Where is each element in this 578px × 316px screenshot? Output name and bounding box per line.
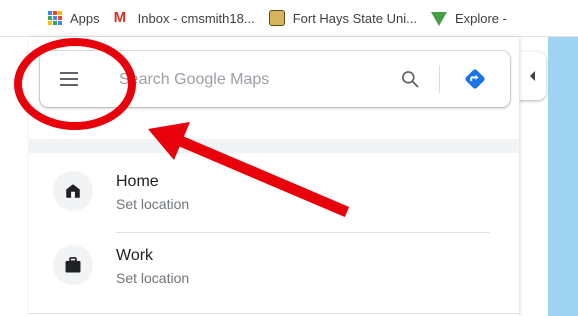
home-icon-circle [53, 171, 93, 211]
place-title: Work [116, 247, 154, 264]
fhsu-icon [268, 10, 285, 26]
vidyard-icon [430, 12, 447, 26]
place-title: Home [116, 173, 159, 190]
bookmark-label: Explore - [454, 10, 507, 26]
collapse-panel-button[interactable] [519, 52, 546, 100]
bookmark-label: Inbox - cmsmith18... [137, 10, 255, 26]
briefcase-icon [65, 257, 81, 273]
place-home[interactable]: Home Set location [29, 155, 519, 227]
bookmarks-bar: Apps M Inbox - cmsmith18... Fort Hays St… [0, 0, 578, 37]
bookmark-apps[interactable]: Apps [48, 11, 100, 26]
list-divider [29, 313, 519, 314]
place-subtitle: Set location [116, 270, 190, 286]
search-input[interactable] [117, 66, 391, 94]
divider [439, 65, 440, 93]
caret-left-icon [530, 71, 535, 81]
apps-grid-icon [48, 11, 62, 25]
hamburger-icon-bar [60, 78, 78, 80]
bookmark-label: Apps [70, 10, 100, 26]
menu-button[interactable] [60, 72, 80, 86]
search-icon[interactable] [400, 69, 420, 89]
home-icon [66, 184, 80, 198]
directions-icon[interactable] [462, 66, 488, 92]
hamburger-icon [60, 72, 78, 74]
bookmark-explore[interactable]: Explore - [430, 10, 507, 26]
panel-header [29, 37, 519, 139]
work-icon-circle [53, 245, 93, 285]
map-canvas[interactable] [548, 37, 578, 316]
search-box [40, 51, 510, 107]
place-subtitle: Set location [116, 196, 190, 212]
gmail-icon: M [113, 9, 127, 26]
section-divider [29, 139, 519, 153]
side-panel: Home Set location Work Set location [29, 37, 519, 316]
place-work[interactable]: Work Set location [29, 229, 519, 301]
bookmark-fort-hays[interactable]: Fort Hays State Uni... [268, 10, 417, 26]
bookmark-label: Fort Hays State Uni... [292, 10, 417, 26]
hamburger-icon-bar [60, 84, 78, 86]
bookmark-inbox[interactable]: M Inbox - cmsmith18... [114, 10, 255, 26]
